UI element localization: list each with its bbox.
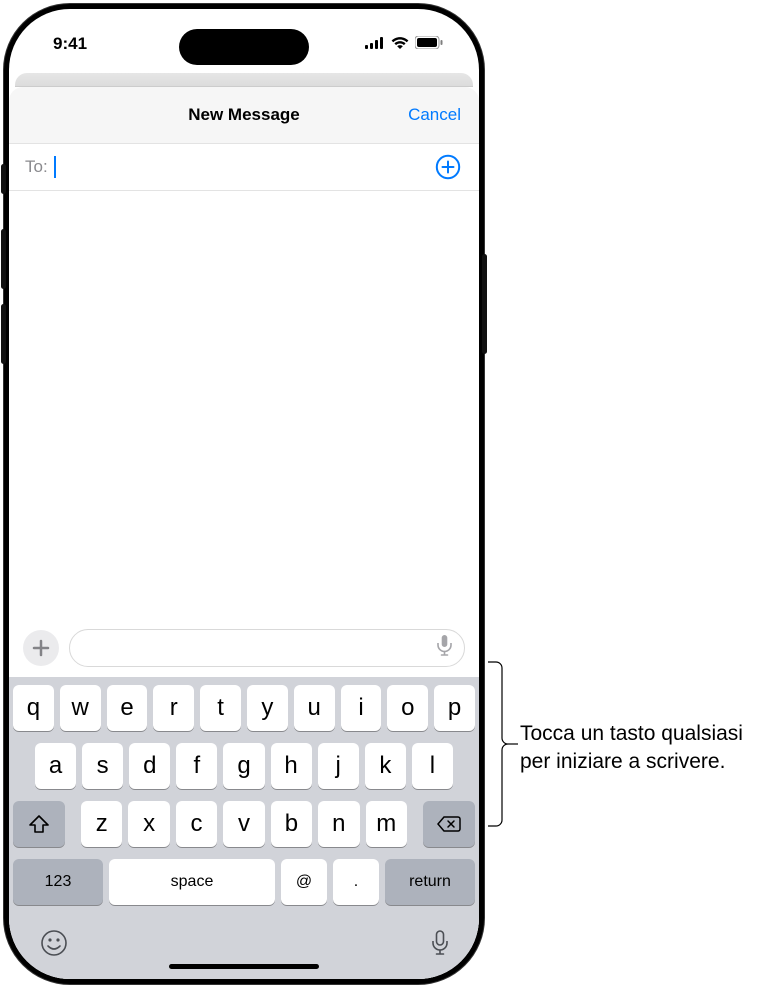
key-t[interactable]: t	[200, 685, 241, 731]
keyboard-row-2: a s d f g h j k l	[13, 743, 475, 789]
side-button	[482, 254, 487, 354]
cellular-icon	[365, 34, 385, 54]
to-row: To:	[9, 143, 479, 191]
text-cursor	[54, 156, 56, 178]
emoji-icon	[39, 928, 69, 958]
add-contact-button[interactable]	[433, 152, 463, 182]
return-key[interactable]: return	[385, 859, 475, 905]
callout-bracket	[488, 660, 512, 828]
key-x[interactable]: x	[128, 801, 169, 847]
nav-bar: New Message Cancel	[9, 87, 479, 143]
key-y[interactable]: y	[247, 685, 288, 731]
plus-icon	[32, 639, 50, 657]
key-r[interactable]: r	[153, 685, 194, 731]
emoji-key[interactable]	[39, 928, 69, 963]
keyboard-row-1: q w e r t y u i o p	[13, 685, 475, 731]
key-l[interactable]: l	[412, 743, 453, 789]
dot-key[interactable]: .	[333, 859, 379, 905]
callout-text: Tocca un tasto qualsiasi per iniziare a …	[520, 720, 763, 777]
backspace-key[interactable]	[423, 801, 475, 847]
key-o[interactable]: o	[387, 685, 428, 731]
key-a[interactable]: a	[35, 743, 76, 789]
keyboard-row-4: 123 space @ . return	[13, 859, 475, 905]
key-g[interactable]: g	[223, 743, 264, 789]
key-n[interactable]: n	[318, 801, 359, 847]
battery-icon	[415, 34, 443, 54]
nav-title: New Message	[188, 105, 300, 125]
key-c[interactable]: c	[176, 801, 217, 847]
key-s[interactable]: s	[82, 743, 123, 789]
key-h[interactable]: h	[271, 743, 312, 789]
apps-plus-button[interactable]	[23, 630, 59, 666]
new-message-modal: New Message Cancel To:	[9, 87, 479, 979]
key-z[interactable]: z	[81, 801, 122, 847]
dictation-icon[interactable]	[437, 635, 452, 661]
key-w[interactable]: w	[60, 685, 101, 731]
at-key[interactable]: @	[281, 859, 327, 905]
shift-key[interactable]	[13, 801, 65, 847]
background-card-peek	[15, 73, 473, 87]
dictation-key[interactable]	[431, 930, 449, 961]
home-indicator[interactable]	[169, 964, 319, 969]
shift-icon	[29, 815, 49, 833]
key-f[interactable]: f	[176, 743, 217, 789]
key-i[interactable]: i	[341, 685, 382, 731]
volume-down-button	[1, 304, 6, 364]
status-right	[365, 34, 443, 54]
message-input[interactable]	[69, 629, 465, 667]
silent-switch	[1, 164, 6, 194]
key-q[interactable]: q	[13, 685, 54, 731]
dynamic-island	[179, 29, 309, 65]
space-key[interactable]: space	[109, 859, 275, 905]
plus-circle-icon	[435, 154, 461, 180]
key-k[interactable]: k	[365, 743, 406, 789]
key-e[interactable]: e	[107, 685, 148, 731]
message-body-area[interactable]	[9, 191, 479, 619]
compose-row	[9, 619, 479, 677]
to-input[interactable]	[48, 156, 433, 178]
phone-frame: 9:41 New Message Cancel To:	[4, 4, 484, 984]
numbers-key[interactable]: 123	[13, 859, 103, 905]
key-d[interactable]: d	[129, 743, 170, 789]
key-p[interactable]: p	[434, 685, 475, 731]
key-m[interactable]: m	[366, 801, 407, 847]
status-time: 9:41	[53, 34, 87, 54]
keyboard-row-3: z x c v b n m	[13, 801, 475, 847]
cancel-button[interactable]: Cancel	[408, 105, 461, 125]
keyboard: q w e r t y u i o p a s d f g h	[9, 677, 479, 979]
wifi-icon	[391, 34, 409, 54]
key-b[interactable]: b	[271, 801, 312, 847]
to-label: To:	[25, 157, 48, 177]
key-j[interactable]: j	[318, 743, 359, 789]
screen: 9:41 New Message Cancel To:	[9, 9, 479, 979]
volume-up-button	[1, 229, 6, 289]
key-u[interactable]: u	[294, 685, 335, 731]
mic-icon	[431, 930, 449, 956]
key-v[interactable]: v	[223, 801, 264, 847]
backspace-icon	[437, 815, 461, 833]
